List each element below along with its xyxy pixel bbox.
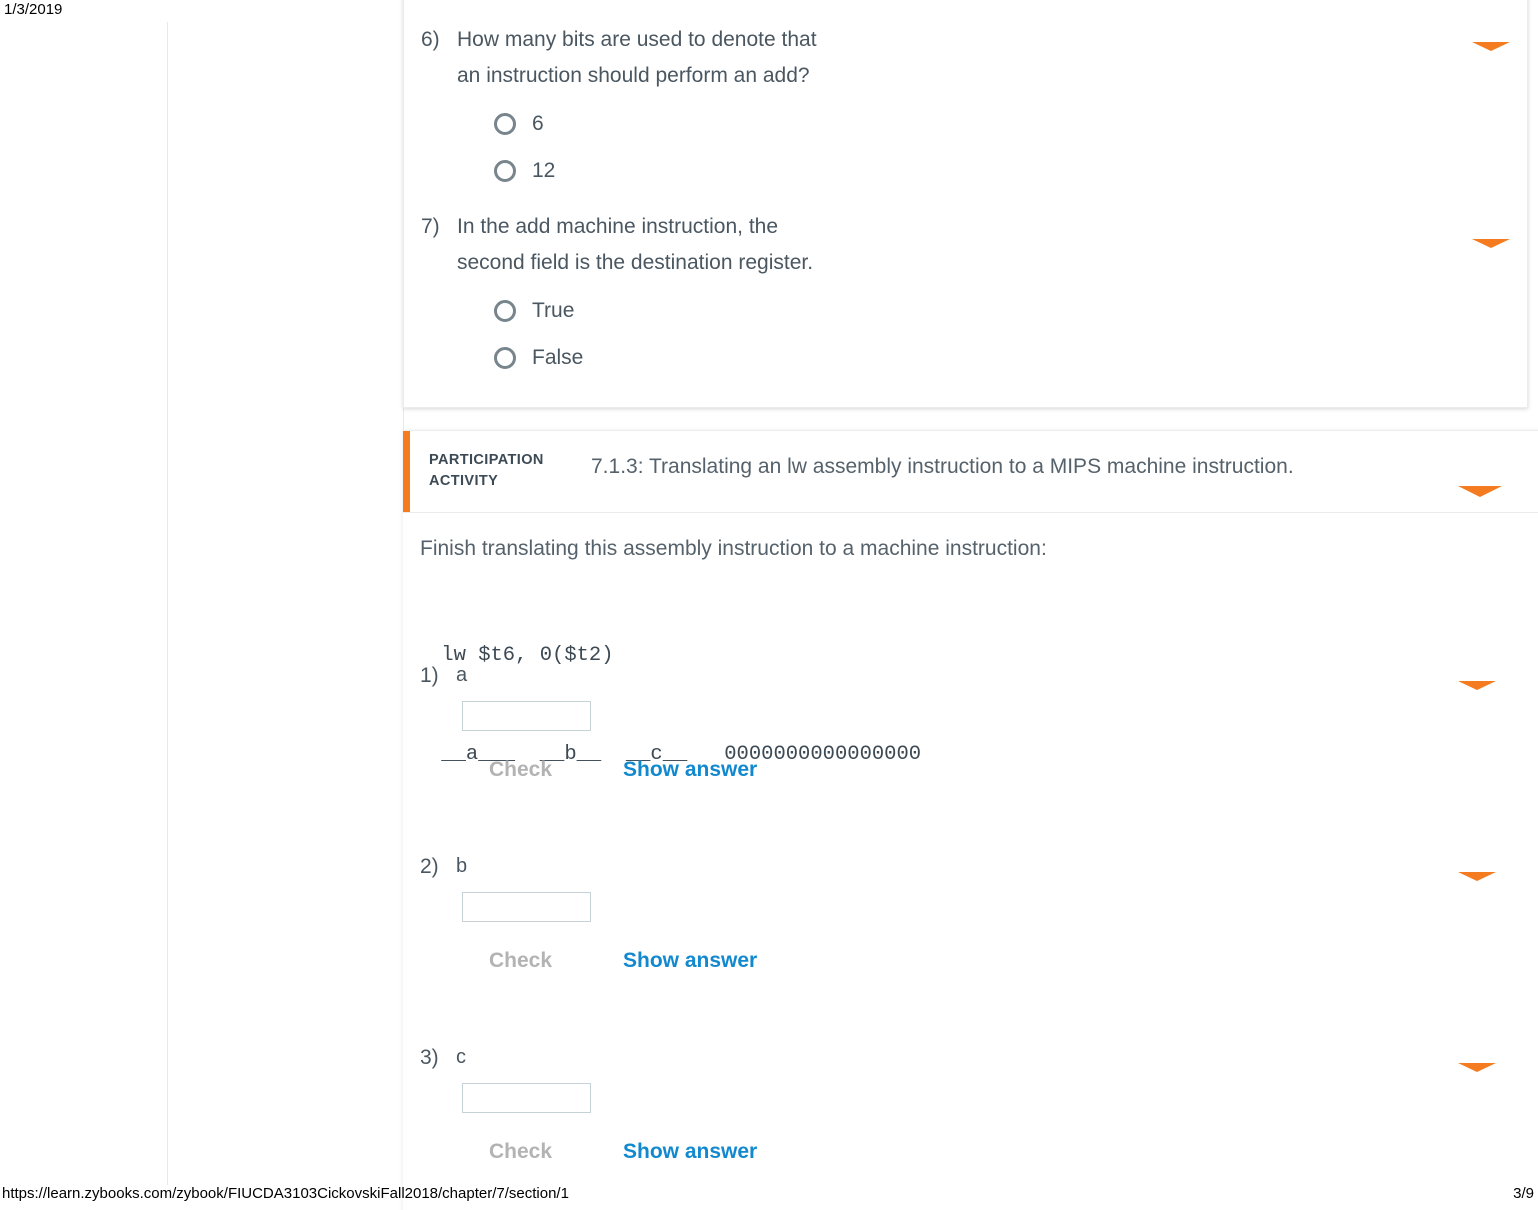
collapse-chevron-down-icon[interactable]: [1472, 42, 1510, 51]
show-answer-link-a[interactable]: Show answer: [623, 758, 757, 782]
question-7-choice-1-label: False: [532, 345, 584, 369]
question-7-choice-0[interactable]: True: [494, 287, 813, 334]
question-6-choice-0-label: 6: [532, 111, 544, 135]
question-6: 6) How many bits are used to denote that…: [421, 22, 817, 194]
activity-kicker-line2: ACTIVITY: [429, 473, 499, 489]
question-6-choice-1[interactable]: 12: [494, 147, 817, 194]
answer-item-c-number: 3): [420, 1046, 439, 1069]
question-7: 7) In the add machine instruction, the s…: [421, 209, 813, 381]
answer-input-c[interactable]: [462, 1083, 591, 1113]
check-button-b[interactable]: Check: [489, 949, 552, 973]
assembly-instruction-line: lw $t6, 0($t2): [429, 644, 614, 667]
activity-intro-text: Finish translating this assembly instruc…: [420, 537, 1047, 560]
page-url: https://learn.zybooks.com/zybook/FIUCDA3…: [2, 1185, 569, 1202]
answer-item-a-chevron-down-icon[interactable]: [1458, 681, 1496, 690]
radio-button-icon[interactable]: [494, 159, 516, 182]
answer-item-c: 3) c Check Show answer: [420, 1046, 757, 1163]
activity-header: PARTICIPATION ACTIVITY 7.1.3: Translatin…: [403, 431, 1538, 513]
answer-item-c-chevron-down-icon[interactable]: [1458, 1063, 1496, 1072]
answer-item-b: 2) b Check Show answer: [420, 855, 757, 972]
printed-page: 1/3/2019 7.1. Machine instructions 6) Ho…: [0, 0, 1538, 1210]
question-7-number: 7): [421, 215, 440, 238]
question-6-choices: 6 12: [494, 100, 817, 194]
collapse-chevron-down-icon[interactable]: [1472, 239, 1510, 248]
answer-item-b-number: 2): [420, 855, 439, 878]
answer-item-b-chevron-down-icon[interactable]: [1458, 872, 1496, 881]
answer-input-b[interactable]: [462, 892, 591, 922]
radio-button-icon[interactable]: [494, 346, 516, 369]
page-rule-left: [167, 22, 168, 1185]
page-number: 3/9: [1513, 1185, 1534, 1202]
answer-input-a[interactable]: [462, 701, 591, 731]
check-button-c[interactable]: Check: [489, 1140, 552, 1164]
answer-item-b-label: b: [456, 855, 468, 877]
activity-collapse-chevron-down-icon[interactable]: [1458, 486, 1502, 497]
answer-item-c-label: c: [456, 1046, 466, 1068]
activity-kicker: PARTICIPATION ACTIVITY: [429, 450, 589, 492]
answer-item-a: 1) a Check Show answer: [420, 664, 757, 781]
question-7-text: In the add machine instruction, the seco…: [457, 215, 814, 274]
print-footer: https://learn.zybooks.com/zybook/FIUCDA3…: [0, 1185, 1538, 1207]
show-answer-link-c[interactable]: Show answer: [623, 1140, 757, 1164]
answer-item-a-number: 1): [420, 664, 439, 687]
question-7-choices: True False: [494, 287, 813, 381]
show-answer-link-b[interactable]: Show answer: [623, 949, 757, 973]
radio-button-icon[interactable]: [494, 299, 516, 322]
participation-activity-card: PARTICIPATION ACTIVITY 7.1.3: Translatin…: [403, 430, 1538, 1210]
radio-button-icon[interactable]: [494, 112, 516, 135]
question-6-choice-1-label: 12: [532, 158, 556, 182]
answer-item-a-label: a: [456, 664, 468, 686]
activity-kicker-line1: PARTICIPATION: [429, 452, 544, 468]
activity-title: 7.1.3: Translating an lw assembly instru…: [591, 455, 1294, 478]
question-6-choice-0[interactable]: 6: [494, 100, 817, 147]
question-6-text: How many bits are used to denote that an…: [457, 28, 817, 87]
check-button-a[interactable]: Check: [489, 758, 552, 782]
question-6-number: 6): [421, 28, 440, 51]
question-7-choice-0-label: True: [532, 298, 575, 322]
question-7-choice-1[interactable]: False: [494, 334, 813, 381]
questions-card: 6) How many bits are used to denote that…: [403, 0, 1528, 408]
